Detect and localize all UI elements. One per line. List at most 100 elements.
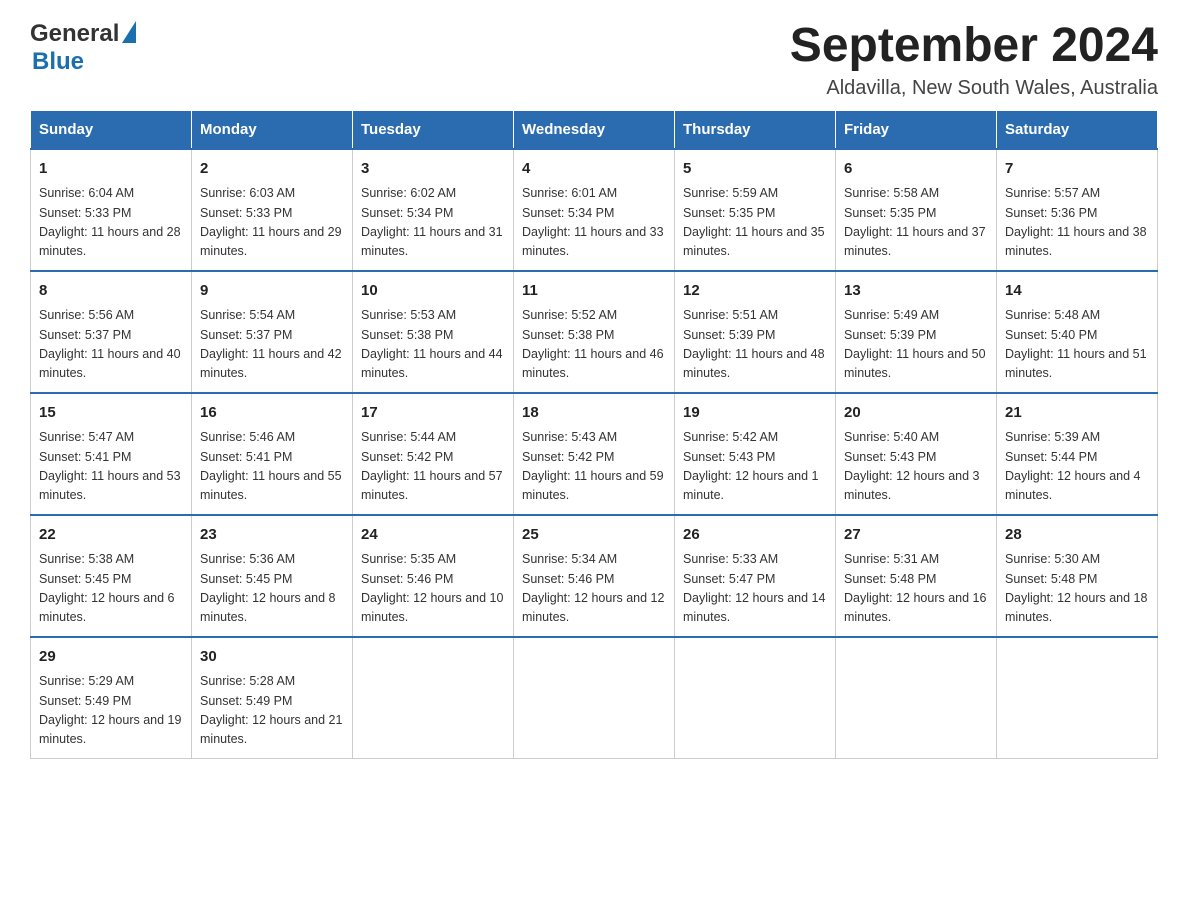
title-block: September 2024 Aldavilla, New South Wale… [790, 20, 1158, 100]
day-number: 7 [1005, 158, 1149, 181]
table-row: 26Sunrise: 5:33 AMSunset: 5:47 PMDayligh… [675, 515, 836, 637]
calendar-week-row: 15Sunrise: 5:47 AMSunset: 5:41 PMDayligh… [31, 393, 1158, 515]
day-info: Sunrise: 5:29 AMSunset: 5:49 PMDaylight:… [39, 672, 183, 750]
table-row: 1 Sunrise: 6:04 AMSunset: 5:33 PMDaylight… [31, 149, 192, 271]
day-number: 3 [361, 158, 505, 181]
day-number: 30 [200, 646, 344, 669]
logo-blue-text: Blue [32, 48, 84, 76]
table-row: 7Sunrise: 5:57 AMSunset: 5:36 PMDaylight… [997, 149, 1158, 271]
day-number: 2 [200, 158, 344, 181]
day-info: Sunrise: 5:46 AMSunset: 5:41 PMDaylight:… [200, 428, 344, 506]
table-row: 24Sunrise: 5:35 AMSunset: 5:46 PMDayligh… [353, 515, 514, 637]
day-number: 8 [39, 280, 183, 303]
table-row: 8 Sunrise: 5:56 AMSunset: 5:37 PMDaylight… [31, 271, 192, 393]
table-row: 19 Sunrise: 5:42 AMSunset: 5:43 PMDayligh… [675, 393, 836, 515]
day-number: 5 [683, 158, 827, 181]
day-info: Sunrise: 5:31 AMSunset: 5:48 PMDaylight:… [844, 550, 988, 628]
day-info: Sunrise: 5:34 AMSunset: 5:46 PMDaylight:… [522, 550, 666, 628]
table-row: 18Sunrise: 5:43 AMSunset: 5:42 PMDayligh… [514, 393, 675, 515]
calendar-header-row: Sunday Monday Tuesday Wednesday Thursday… [31, 110, 1158, 149]
table-row: 2 Sunrise: 6:03 AMSunset: 5:33 PMDaylight… [192, 149, 353, 271]
calendar-week-row: 8 Sunrise: 5:56 AMSunset: 5:37 PMDaylight… [31, 271, 1158, 393]
table-row: 9Sunrise: 5:54 AMSunset: 5:37 PMDaylight… [192, 271, 353, 393]
day-info: Sunrise: 6:03 AMSunset: 5:33 PMDaylight:… [200, 184, 344, 262]
day-number: 26 [683, 524, 827, 547]
table-row: 4 Sunrise: 6:01 AMSunset: 5:34 PMDaylight… [514, 149, 675, 271]
day-info: Sunrise: 5:58 AMSunset: 5:35 PMDaylight:… [844, 184, 988, 262]
table-row [514, 637, 675, 759]
day-info: Sunrise: 5:44 AMSunset: 5:42 PMDaylight:… [361, 428, 505, 506]
table-row: 29 Sunrise: 5:29 AMSunset: 5:49 PMDayligh… [31, 637, 192, 759]
col-tuesday: Tuesday [353, 110, 514, 149]
table-row: 13 Sunrise: 5:49 AMSunset: 5:39 PMDayligh… [836, 271, 997, 393]
calendar-week-row: 1 Sunrise: 6:04 AMSunset: 5:33 PMDaylight… [31, 149, 1158, 271]
logo: General Blue [30, 20, 136, 76]
day-info: Sunrise: 5:56 AMSunset: 5:37 PMDaylight:… [39, 306, 183, 384]
day-info: Sunrise: 5:36 AMSunset: 5:45 PMDaylight:… [200, 550, 344, 628]
table-row: 23 Sunrise: 5:36 AMSunset: 5:45 PMDayligh… [192, 515, 353, 637]
day-number: 15 [39, 402, 183, 425]
day-info: Sunrise: 5:40 AMSunset: 5:43 PMDaylight:… [844, 428, 988, 506]
day-number: 21 [1005, 402, 1149, 425]
day-info: Sunrise: 5:43 AMSunset: 5:42 PMDaylight:… [522, 428, 666, 506]
day-info: Sunrise: 6:02 AMSunset: 5:34 PMDaylight:… [361, 184, 505, 262]
table-row: 15Sunrise: 5:47 AMSunset: 5:41 PMDayligh… [31, 393, 192, 515]
col-sunday: Sunday [31, 110, 192, 149]
table-row: 20 Sunrise: 5:40 AMSunset: 5:43 PMDayligh… [836, 393, 997, 515]
day-info: Sunrise: 5:30 AMSunset: 5:48 PMDaylight:… [1005, 550, 1149, 628]
day-info: Sunrise: 6:04 AMSunset: 5:33 PMDaylight:… [39, 184, 183, 262]
day-info: Sunrise: 5:39 AMSunset: 5:44 PMDaylight:… [1005, 428, 1149, 506]
day-number: 25 [522, 524, 666, 547]
day-info: Sunrise: 5:38 AMSunset: 5:45 PMDaylight:… [39, 550, 183, 628]
day-info: Sunrise: 5:28 AMSunset: 5:49 PMDaylight:… [200, 672, 344, 750]
col-monday: Monday [192, 110, 353, 149]
day-info: Sunrise: 5:48 AMSunset: 5:40 PMDaylight:… [1005, 306, 1149, 384]
day-info: Sunrise: 5:51 AMSunset: 5:39 PMDaylight:… [683, 306, 827, 384]
day-number: 1 [39, 158, 183, 181]
day-number: 4 [522, 158, 666, 181]
day-number: 23 [200, 524, 344, 547]
table-row [997, 637, 1158, 759]
day-number: 19 [683, 402, 827, 425]
day-info: Sunrise: 5:42 AMSunset: 5:43 PMDaylight:… [683, 428, 827, 506]
col-saturday: Saturday [997, 110, 1158, 149]
day-number: 13 [844, 280, 988, 303]
page-header: General Blue September 2024 Aldavilla, N… [30, 20, 1158, 100]
day-number: 22 [39, 524, 183, 547]
col-wednesday: Wednesday [514, 110, 675, 149]
day-number: 17 [361, 402, 505, 425]
table-row [836, 637, 997, 759]
day-number: 12 [683, 280, 827, 303]
table-row: 11 Sunrise: 5:52 AMSunset: 5:38 PMDayligh… [514, 271, 675, 393]
table-row: 28Sunrise: 5:30 AMSunset: 5:48 PMDayligh… [997, 515, 1158, 637]
col-thursday: Thursday [675, 110, 836, 149]
table-row: 10 Sunrise: 5:53 AMSunset: 5:38 PMDayligh… [353, 271, 514, 393]
day-number: 10 [361, 280, 505, 303]
day-number: 11 [522, 280, 666, 303]
day-info: Sunrise: 5:53 AMSunset: 5:38 PMDaylight:… [361, 306, 505, 384]
table-row: 17 Sunrise: 5:44 AMSunset: 5:42 PMDayligh… [353, 393, 514, 515]
day-number: 9 [200, 280, 344, 303]
day-info: Sunrise: 5:49 AMSunset: 5:39 PMDaylight:… [844, 306, 988, 384]
day-number: 20 [844, 402, 988, 425]
day-info: Sunrise: 6:01 AMSunset: 5:34 PMDaylight:… [522, 184, 666, 262]
table-row [675, 637, 836, 759]
month-title: September 2024 [790, 20, 1158, 73]
table-row: 3 Sunrise: 6:02 AMSunset: 5:34 PMDaylight… [353, 149, 514, 271]
day-number: 16 [200, 402, 344, 425]
table-row: 27 Sunrise: 5:31 AMSunset: 5:48 PMDayligh… [836, 515, 997, 637]
day-number: 14 [1005, 280, 1149, 303]
day-info: Sunrise: 5:52 AMSunset: 5:38 PMDaylight:… [522, 306, 666, 384]
table-row: 5Sunrise: 5:59 AMSunset: 5:35 PMDaylight… [675, 149, 836, 271]
table-row: 6 Sunrise: 5:58 AMSunset: 5:35 PMDaylight… [836, 149, 997, 271]
day-number: 29 [39, 646, 183, 669]
table-row: 21 Sunrise: 5:39 AMSunset: 5:44 PMDayligh… [997, 393, 1158, 515]
calendar-week-row: 22 Sunrise: 5:38 AMSunset: 5:45 PMDayligh… [31, 515, 1158, 637]
table-row: 22 Sunrise: 5:38 AMSunset: 5:45 PMDayligh… [31, 515, 192, 637]
day-number: 24 [361, 524, 505, 547]
col-friday: Friday [836, 110, 997, 149]
day-number: 27 [844, 524, 988, 547]
calendar-table: Sunday Monday Tuesday Wednesday Thursday… [30, 110, 1158, 759]
day-number: 6 [844, 158, 988, 181]
table-row [353, 637, 514, 759]
